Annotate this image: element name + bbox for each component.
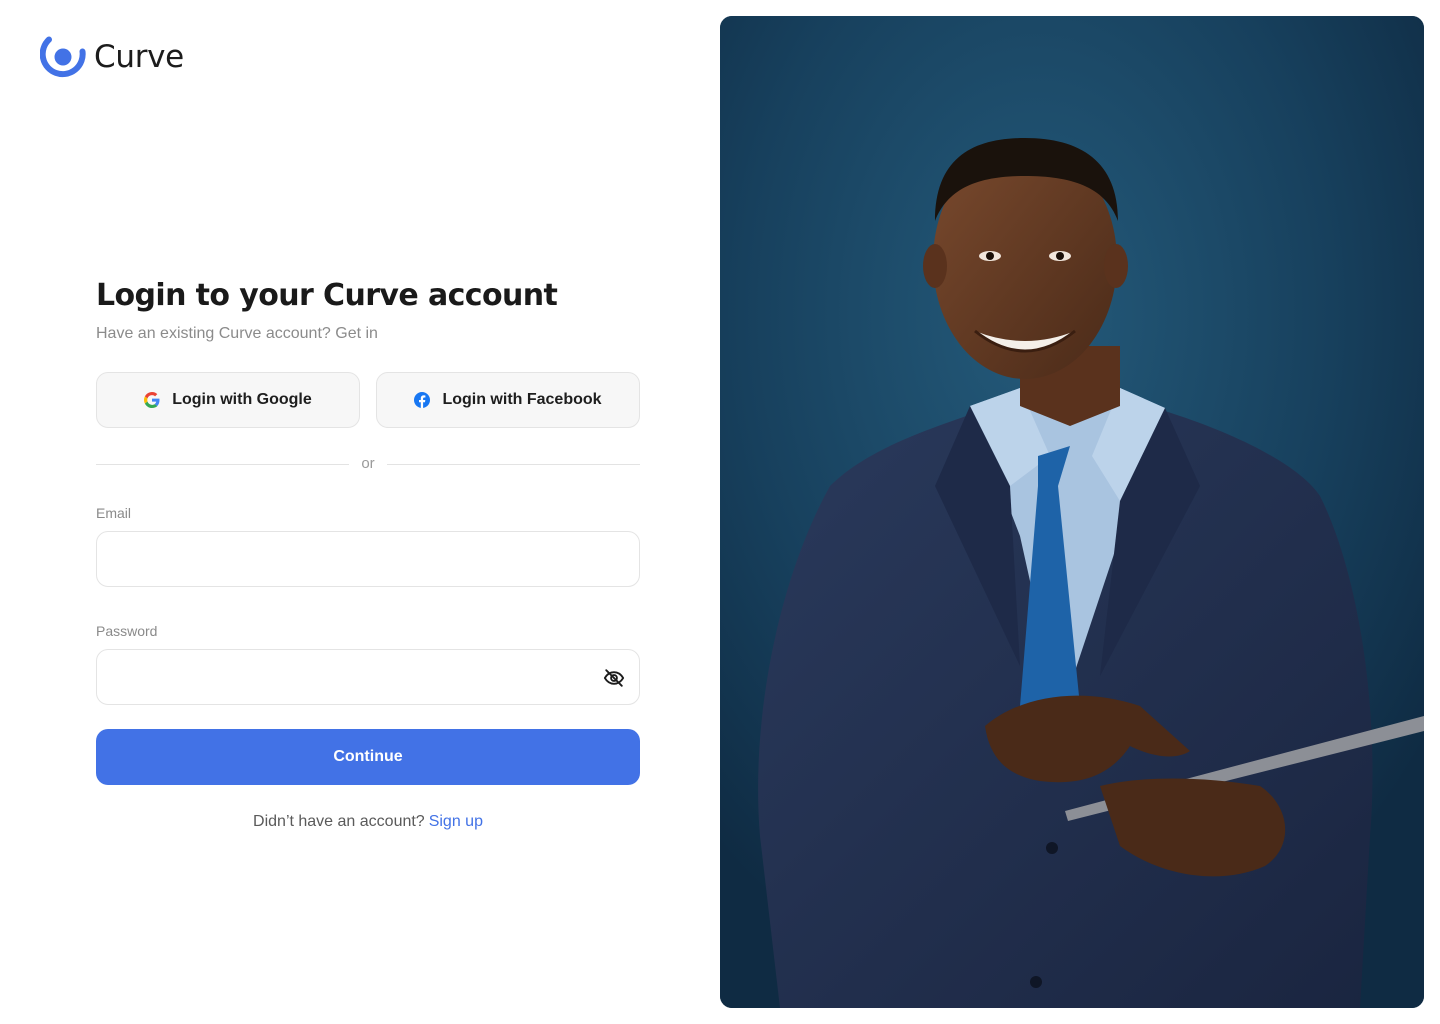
signup-row: Didn’t have an account? Sign up	[96, 812, 640, 832]
signup-prompt: Didn’t have an account?	[253, 813, 425, 830]
email-field[interactable]	[97, 532, 639, 586]
divider-text: or	[361, 455, 375, 472]
google-login-label: Login with Google	[172, 391, 312, 408]
login-form: Login to your Curve account Have an exis…	[96, 276, 640, 832]
curve-logo-icon	[40, 36, 86, 78]
divider-line-right	[386, 463, 640, 465]
facebook-login-label: Login with Facebook	[442, 391, 602, 408]
facebook-login-button[interactable]: Login with Facebook	[376, 372, 640, 428]
brand-logo[interactable]: Curve	[40, 34, 184, 80]
google-login-button[interactable]: Login with Google	[96, 372, 360, 428]
password-field-wrapper	[96, 649, 640, 705]
email-label: Email	[96, 505, 132, 521]
page-title: Login to your Curve account	[96, 278, 558, 313]
login-page: Curve Login to your Curve account Have a…	[0, 0, 1440, 1024]
password-field[interactable]	[97, 650, 639, 704]
continue-button[interactable]: Continue	[96, 729, 640, 785]
google-icon	[144, 392, 160, 408]
hero-photo	[720, 16, 1424, 1008]
eye-off-icon[interactable]	[603, 667, 625, 689]
brand-name: Curve	[94, 39, 184, 75]
facebook-icon	[414, 392, 431, 408]
or-divider: or	[96, 455, 640, 473]
social-login-row: Login with Google Login with Facebook	[96, 372, 640, 428]
divider-line-left	[96, 463, 350, 465]
password-label: Password	[96, 623, 158, 639]
email-field-wrapper	[96, 531, 640, 587]
page-subtitle: Have an existing Curve account? Get in	[96, 325, 378, 342]
signup-link[interactable]: Sign up	[429, 813, 483, 830]
hero-illustration	[720, 16, 1424, 1008]
